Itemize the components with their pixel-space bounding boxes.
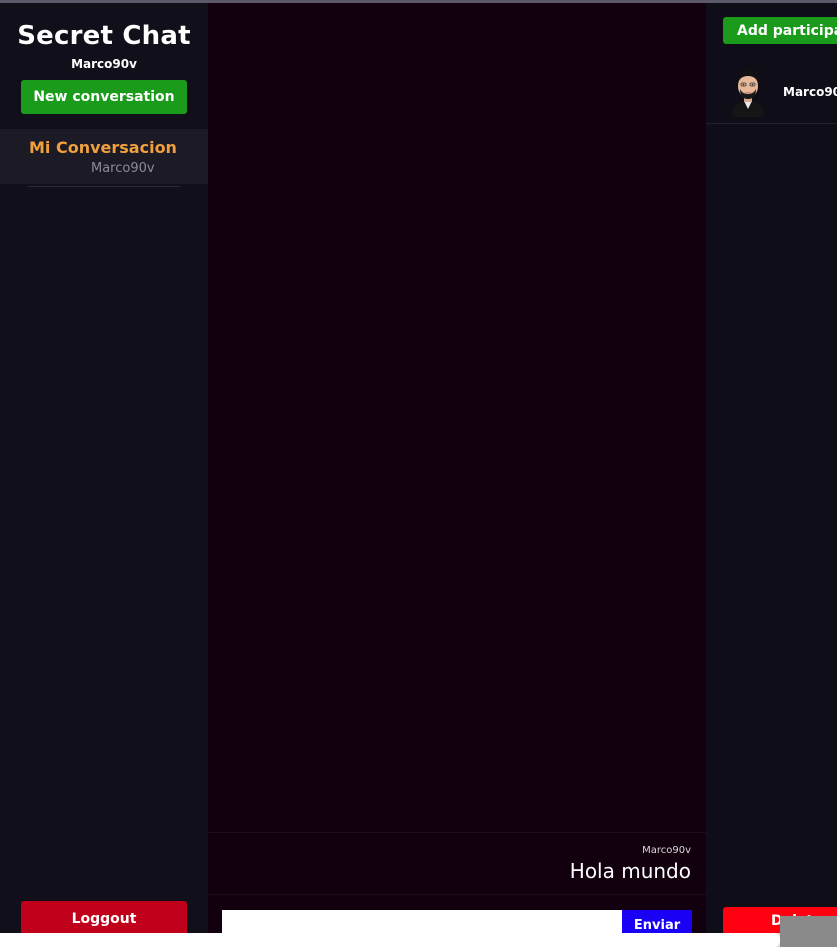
conversation-list-item[interactable]: Mi Conversacion Marco90v — [0, 129, 208, 184]
message-text: Hola mundo — [569, 859, 691, 883]
message-author: Marco90v — [642, 845, 691, 856]
participant-name: Marco90v — [783, 85, 837, 99]
sidebar: Secret Chat Marco90v New conversation Mi… — [0, 3, 208, 947]
logout-button[interactable]: Loggout — [21, 901, 187, 936]
chat-message: Marco90v Hola mundo — [570, 845, 691, 883]
horizontal-scrollbar[interactable] — [0, 916, 837, 947]
new-conversation-button[interactable]: New conversation — [21, 80, 187, 114]
chat-panel: Marco90v Hola mundo Enviar — [208, 3, 706, 947]
user-avatar-icon — [732, 69, 764, 117]
app-title: Secret Chat — [17, 21, 191, 51]
participants-panel: Add participant Marco90v Delete — [706, 3, 837, 947]
conversation-title: Mi Conversacion — [29, 138, 177, 157]
scrollbar-corner — [780, 916, 837, 947]
add-participant-button[interactable]: Add participant — [723, 17, 837, 44]
conversation-divider — [28, 186, 180, 187]
message-divider-bottom — [208, 894, 706, 895]
message-divider — [208, 832, 706, 833]
participant-item[interactable]: Marco90v — [706, 58, 837, 124]
current-username: Marco90v — [71, 57, 137, 71]
scrollbar-thumb[interactable] — [0, 933, 780, 947]
conversation-owner: Marco90v — [91, 161, 155, 176]
